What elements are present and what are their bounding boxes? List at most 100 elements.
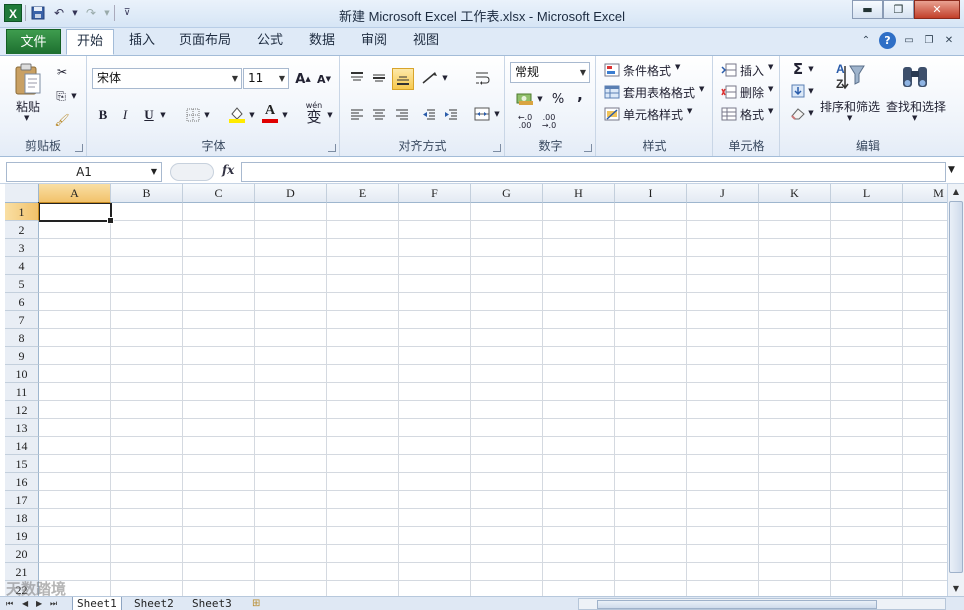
active-cell[interactable] (38, 202, 114, 224)
row-header[interactable]: 13 (5, 419, 39, 437)
clipboard-dialog-launcher-icon[interactable] (75, 144, 83, 152)
row-header[interactable]: 8 (5, 329, 39, 347)
workbook-minimize-icon[interactable]: ▭ (902, 34, 916, 48)
fill-color-icon[interactable] (227, 104, 247, 124)
clear-icon[interactable] (789, 104, 807, 122)
bottom-align-icon[interactable] (392, 68, 414, 90)
column-header[interactable]: A (39, 184, 111, 203)
excel-logo-icon[interactable]: X (4, 4, 22, 22)
align-left-icon[interactable] (347, 104, 367, 124)
orientation-dropdown-icon[interactable]: ▼ (441, 68, 449, 88)
column-header[interactable]: B (111, 184, 183, 203)
insert-cells-button[interactable]: 插入 (740, 62, 764, 79)
autosum-icon[interactable]: Σ (789, 60, 807, 78)
row-header[interactable]: 6 (5, 293, 39, 311)
font-color-icon[interactable]: A (260, 102, 280, 124)
row-header[interactable]: 12 (5, 401, 39, 419)
help-icon[interactable]: ? (879, 32, 896, 49)
font-size-select[interactable]: 11 ▼ (243, 68, 289, 89)
clear-dropdown-icon[interactable]: ▼ (807, 104, 815, 122)
sort-filter-dropdown-icon[interactable]: ▼ (847, 114, 852, 122)
close-icon[interactable]: ✕ (914, 0, 960, 19)
tab-formulas[interactable]: 公式 (248, 29, 292, 55)
row-header[interactable]: 1 (5, 203, 39, 221)
format-cells-button[interactable]: 格式 (740, 106, 764, 123)
merge-center-icon[interactable] (471, 104, 493, 124)
paste-button[interactable]: 粘贴 (16, 98, 40, 115)
row-header[interactable]: 7 (5, 311, 39, 329)
font-name-select[interactable]: 宋体 ▼ (92, 68, 242, 89)
column-header[interactable]: D (255, 184, 327, 203)
row-header[interactable]: 11 (5, 383, 39, 401)
redo-icon[interactable]: ↷ (82, 4, 100, 22)
decrease-indent-icon[interactable] (419, 104, 439, 124)
row-header[interactable]: 5 (5, 275, 39, 293)
format-as-table-button[interactable]: 套用表格格式 (623, 84, 695, 101)
accounting-dropdown-icon[interactable]: ▼ (536, 90, 544, 108)
number-format-select[interactable]: 常规 ▼ (510, 62, 590, 83)
bold-button[interactable]: B (94, 106, 112, 124)
shrink-font-icon[interactable]: A ▼ (315, 70, 333, 88)
underline-dropdown-icon[interactable]: ▼ (159, 106, 167, 124)
save-icon[interactable] (29, 4, 47, 22)
font-color-dropdown-icon[interactable]: ▼ (281, 106, 289, 124)
autosum-dropdown-icon[interactable]: ▼ (807, 60, 815, 78)
cell-styles-dropdown-icon[interactable]: ▼ (687, 107, 692, 115)
column-header[interactable]: F (399, 184, 471, 203)
row-header[interactable]: 9 (5, 347, 39, 365)
sheet-tab-sheet1[interactable]: Sheet1 (72, 597, 122, 610)
cell-styles-button[interactable]: 单元格样式 (623, 106, 683, 123)
undo-dropdown-icon[interactable]: ▼ (71, 4, 79, 22)
insert-function-icon[interactable]: fx (222, 163, 234, 177)
sheet-tab-sheet2[interactable]: Sheet2 (130, 597, 178, 610)
vertical-scrollbar[interactable]: ▲ ▼ (947, 184, 964, 596)
insert-cells-icon[interactable] (720, 62, 738, 78)
column-header[interactable]: J (687, 184, 759, 203)
delete-cells-icon[interactable] (720, 84, 738, 100)
tab-review[interactable]: 审阅 (352, 29, 396, 55)
fill-icon[interactable] (789, 82, 807, 100)
find-select-icon[interactable] (899, 60, 931, 94)
delete-cells-dropdown-icon[interactable]: ▼ (768, 85, 773, 93)
redo-dropdown-icon[interactable]: ▼ (103, 4, 111, 22)
row-header[interactable]: 20 (5, 545, 39, 563)
percent-style-button[interactable]: % (550, 90, 566, 108)
insert-sheet-icon[interactable]: ⊞ (252, 597, 260, 610)
formula-bar-expander[interactable] (170, 163, 214, 181)
find-select-dropdown-icon[interactable]: ▼ (912, 114, 917, 122)
row-header[interactable]: 16 (5, 473, 39, 491)
middle-align-icon[interactable] (369, 68, 389, 88)
column-header[interactable]: H (543, 184, 615, 203)
sort-filter-icon[interactable]: AZ (833, 58, 867, 94)
delete-cells-button[interactable]: 删除 (740, 84, 764, 101)
tab-insert[interactable]: 插入 (120, 29, 164, 55)
undo-icon[interactable]: ↶ (50, 4, 68, 22)
borders-dropdown-icon[interactable]: ▼ (203, 106, 211, 124)
paste-dropdown-icon[interactable]: ▼ (24, 114, 29, 122)
column-header[interactable]: K (759, 184, 831, 203)
row-header[interactable]: 15 (5, 455, 39, 473)
top-align-icon[interactable] (347, 68, 367, 88)
increase-decimal-icon[interactable]: ←.0.00 (514, 112, 536, 132)
grow-font-icon[interactable]: A ▲ (294, 70, 312, 88)
accounting-format-icon[interactable] (514, 90, 536, 108)
cut-icon[interactable]: ✂ (54, 64, 70, 80)
underline-button[interactable]: U (140, 106, 158, 124)
merge-dropdown-icon[interactable]: ▼ (493, 104, 501, 124)
tab-data[interactable]: 数据 (300, 29, 344, 55)
minimize-ribbon-icon[interactable]: ⌃ (859, 34, 873, 48)
font-dialog-launcher-icon[interactable] (328, 144, 336, 152)
row-header[interactable]: 2 (5, 221, 39, 239)
number-dialog-launcher-icon[interactable] (584, 144, 592, 152)
tab-view[interactable]: 视图 (404, 29, 448, 55)
format-painter-icon[interactable]: 🖌 (54, 112, 70, 128)
borders-icon[interactable] (184, 106, 202, 124)
column-header[interactable]: E (327, 184, 399, 203)
row-header[interactable]: 17 (5, 491, 39, 509)
tab-page-layout[interactable]: 页面布局 (172, 29, 238, 55)
workbook-restore-icon[interactable]: ❐ (922, 34, 936, 48)
scroll-up-icon[interactable]: ▲ (949, 184, 963, 199)
orientation-icon[interactable] (419, 68, 441, 88)
restore-icon[interactable]: ❐ (883, 0, 914, 19)
horizontal-scroll-thumb[interactable] (597, 600, 877, 609)
